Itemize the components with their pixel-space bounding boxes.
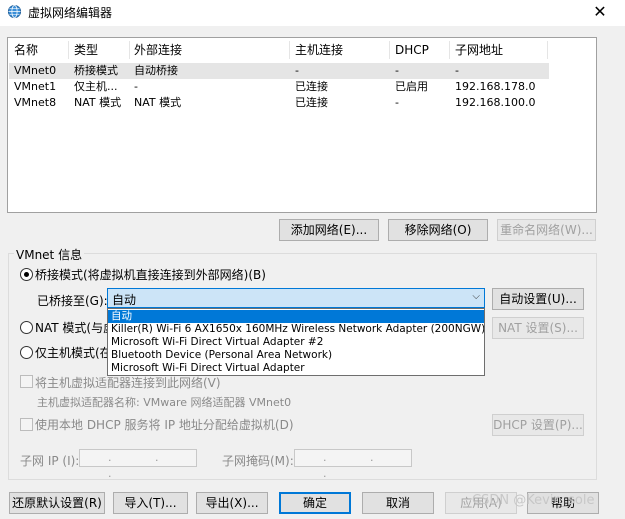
cell-external: - <box>134 80 138 93</box>
cancel-button[interactable]: 取消 <box>362 492 434 514</box>
subnet-mask-input[interactable]: . . . <box>294 449 412 480</box>
connect-adapter-checkbox[interactable] <box>20 375 33 388</box>
dropdown-option-wifi-direct-2[interactable]: Microsoft Wi-Fi Direct Virtual Adapter #… <box>108 336 484 349</box>
rename-network-button[interactable]: 重命名网络(W)... <box>497 219 596 241</box>
dropdown-option-killer-wifi[interactable]: Killer(R) Wi-Fi 6 AX1650x 160MHz Wireles… <box>108 323 484 336</box>
table-row-vmnet0[interactable]: VMnet0 桥接模式 自动桥接 - - - <box>9 63 549 79</box>
chevron-down-icon: ⌵ <box>472 291 480 302</box>
vmnet-info-label: VMnet 信息 <box>14 246 85 263</box>
watermark: CSDN @Kevin_sole <box>472 493 595 508</box>
column-header-type[interactable]: 类型 <box>74 41 98 59</box>
cell-name: VMnet0 <box>14 64 57 77</box>
host-only-radio[interactable] <box>20 346 33 359</box>
column-header-host[interactable]: 主机连接 <box>295 41 343 59</box>
close-button[interactable]: ✕ <box>575 0 625 24</box>
cell-type: 仅主机... <box>74 80 118 93</box>
ok-button[interactable]: 确定 <box>279 492 351 514</box>
column-header-name[interactable]: 名称 <box>14 41 38 59</box>
host-only-label: 仅主机模式(在 <box>35 346 112 360</box>
dropdown-option-bluetooth[interactable]: Bluetooth Device (Personal Area Network) <box>108 349 484 362</box>
auto-settings-button[interactable]: 自动设置(U)... <box>492 288 584 310</box>
cell-dhcp: - <box>395 64 399 77</box>
dropdown-option-wifi-direct[interactable]: Microsoft Wi-Fi Direct Virtual Adapter <box>108 362 484 375</box>
restore-defaults-button[interactable]: 还原默认设置(R) <box>9 492 105 514</box>
nat-mode-radio[interactable] <box>20 321 33 334</box>
dhcp-label: 使用本地 DHCP 服务将 IP 地址分配给虚拟机(D) <box>35 418 294 432</box>
cell-host: 已连接 <box>295 96 328 109</box>
cell-subnet: 192.168.178.0 <box>455 80 536 93</box>
cell-type: NAT 模式 <box>74 96 122 109</box>
cell-subnet: 192.168.100.0 <box>455 96 536 109</box>
cell-external: NAT 模式 <box>134 96 182 109</box>
cell-name: VMnet8 <box>14 96 57 109</box>
subnet-ip-input[interactable]: . . . <box>79 449 197 480</box>
remove-network-button[interactable]: 移除网络(O) <box>388 219 488 241</box>
adapter-name-label: 主机虚拟适配器名称: VMware 网络适配器 VMnet0 <box>37 396 292 409</box>
cell-host: - <box>295 64 299 77</box>
dropdown-option-auto[interactable]: 自动 <box>108 310 484 323</box>
subnet-ip-label: 子网 IP (I): <box>20 454 80 468</box>
bridged-mode-radio[interactable] <box>20 268 33 281</box>
subnet-mask-label: 子网掩码(M): <box>222 454 294 468</box>
bridged-mode-label: 桥接模式(将虚拟机直接连接到外部网络)(B) <box>35 268 266 282</box>
column-header-dhcp[interactable]: DHCP <box>395 41 429 59</box>
cell-dhcp: - <box>395 96 399 109</box>
title-bar: 虚拟网络编辑器 ✕ <box>0 0 625 26</box>
column-header-external[interactable]: 外部连接 <box>134 41 182 59</box>
window-title: 虚拟网络编辑器 <box>28 6 113 20</box>
cell-name: VMnet1 <box>14 80 57 93</box>
cell-type: 桥接模式 <box>74 64 118 77</box>
export-button[interactable]: 导出(X)... <box>196 492 268 514</box>
connect-adapter-label: 将主机虚拟适配器连接到此网络(V) <box>35 376 221 390</box>
dhcp-settings-button[interactable]: DHCP 设置(P)... <box>492 414 584 436</box>
bridged-to-dropdown-list[interactable]: 自动 Killer(R) Wi-Fi 6 AX1650x 160MHz Wire… <box>107 308 485 376</box>
add-network-button[interactable]: 添加网络(E)... <box>279 219 379 241</box>
table-row-vmnet1[interactable]: VMnet1 仅主机... - 已连接 已启用 192.168.178.0 <box>9 79 549 95</box>
bridged-to-value: 自动 <box>112 293 137 307</box>
bridged-to-label: 已桥接至(G): <box>37 294 108 308</box>
cell-dhcp: 已启用 <box>395 80 428 93</box>
cell-subnet: - <box>455 64 459 77</box>
bridged-to-select[interactable]: 自动 ⌵ <box>107 288 485 308</box>
close-icon: ✕ <box>593 2 607 21</box>
nat-settings-button[interactable]: NAT 设置(S)... <box>492 317 584 339</box>
dhcp-checkbox[interactable] <box>20 418 33 431</box>
column-header-subnet[interactable]: 子网地址 <box>455 41 503 59</box>
nat-mode-label: NAT 模式(与虚 <box>35 321 116 335</box>
cell-host: 已连接 <box>295 80 328 93</box>
table-row-vmnet8[interactable]: VMnet8 NAT 模式 NAT 模式 已连接 - 192.168.100.0 <box>9 95 549 111</box>
cell-external: 自动桥接 <box>134 64 178 77</box>
network-globe-icon <box>7 4 22 19</box>
network-list[interactable]: 名称 类型 外部连接 主机连接 DHCP 子网地址 VMnet0 桥接模式 自动… <box>7 37 597 213</box>
import-button[interactable]: 导入(T)... <box>113 492 188 514</box>
